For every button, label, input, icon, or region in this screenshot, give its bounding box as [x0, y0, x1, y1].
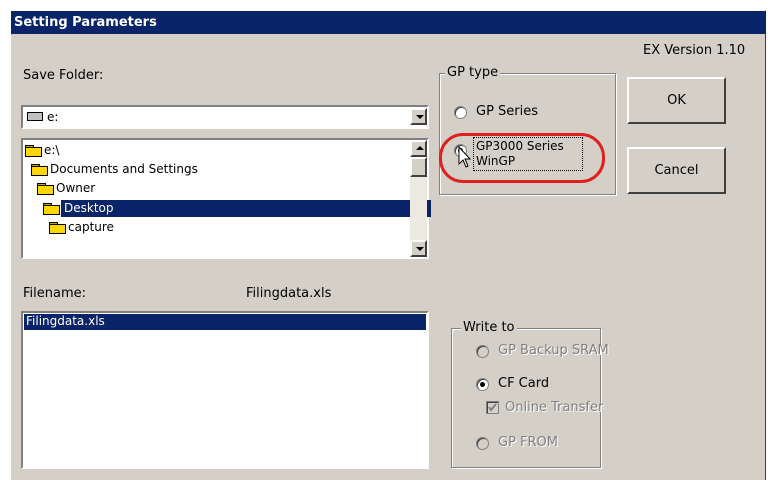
- tree-item-selected[interactable]: Desktop: [43, 200, 431, 217]
- ok-button[interactable]: OK: [627, 77, 726, 124]
- open-folder-icon: [37, 183, 54, 195]
- list-item-selected[interactable]: Filingdata.xls: [24, 314, 426, 330]
- chevron-up-icon: [416, 146, 424, 150]
- drive-icon: [27, 112, 43, 121]
- tree-item[interactable]: Owner: [37, 181, 237, 197]
- gp-backup-sram-label: GP Backup SRAM: [498, 343, 609, 358]
- gp-backup-sram-radio[interactable]: [476, 345, 489, 358]
- open-folder-icon: [31, 164, 48, 176]
- cf-card-radio[interactable]: [476, 378, 489, 391]
- tree-scrollbar[interactable]: [410, 140, 427, 257]
- save-folder-label: Save Folder:: [23, 68, 104, 83]
- mouse-cursor-icon: [458, 146, 472, 168]
- chevron-down-icon: [416, 115, 424, 119]
- scroll-thumb[interactable]: [410, 157, 427, 177]
- scroll-down-button[interactable]: [410, 240, 427, 257]
- online-transfer-checkbox[interactable]: [486, 401, 499, 414]
- cancel-button[interactable]: Cancel: [627, 147, 726, 194]
- open-folder-icon: [43, 203, 60, 215]
- title-bar[interactable]: Setting Parameters: [11, 11, 766, 34]
- online-transfer-label: Online Transfer: [505, 400, 604, 415]
- version-label: EX Version 1.10: [643, 43, 746, 58]
- drive-dropdown-button[interactable]: [410, 108, 427, 125]
- drive-value: e:: [47, 110, 59, 124]
- file-list[interactable]: Filingdata.xls: [21, 311, 429, 469]
- write-to-legend: Write to: [461, 320, 517, 335]
- check-icon: [488, 403, 497, 412]
- filename-value: Filingdata.xls: [246, 286, 332, 301]
- dialog-window: Setting Parameters EX Version 1.10 Save …: [10, 10, 766, 480]
- gp-series-label: GP Series: [476, 104, 539, 119]
- folder-tree[interactable]: e:\ Documents and Settings Owner Desktop…: [21, 138, 431, 259]
- open-folder-icon: [25, 145, 42, 157]
- tree-item[interactable]: Documents and Settings: [31, 162, 281, 178]
- gp-from-label: GP FROM: [498, 435, 559, 450]
- filename-label: Filename:: [23, 286, 87, 301]
- gp-from-radio[interactable]: [476, 437, 489, 450]
- gp-type-legend: GP type: [445, 65, 501, 80]
- gp-series-radio[interactable]: [454, 106, 467, 119]
- cf-card-label: CF Card: [498, 376, 550, 391]
- tree-item[interactable]: capture: [49, 220, 249, 236]
- drive-select[interactable]: e:: [21, 105, 429, 129]
- tree-item[interactable]: e:\: [25, 143, 225, 159]
- folder-icon: [49, 222, 66, 234]
- window-title: Setting Parameters: [14, 15, 157, 30]
- scroll-up-button[interactable]: [410, 140, 427, 157]
- chevron-down-icon: [416, 247, 424, 251]
